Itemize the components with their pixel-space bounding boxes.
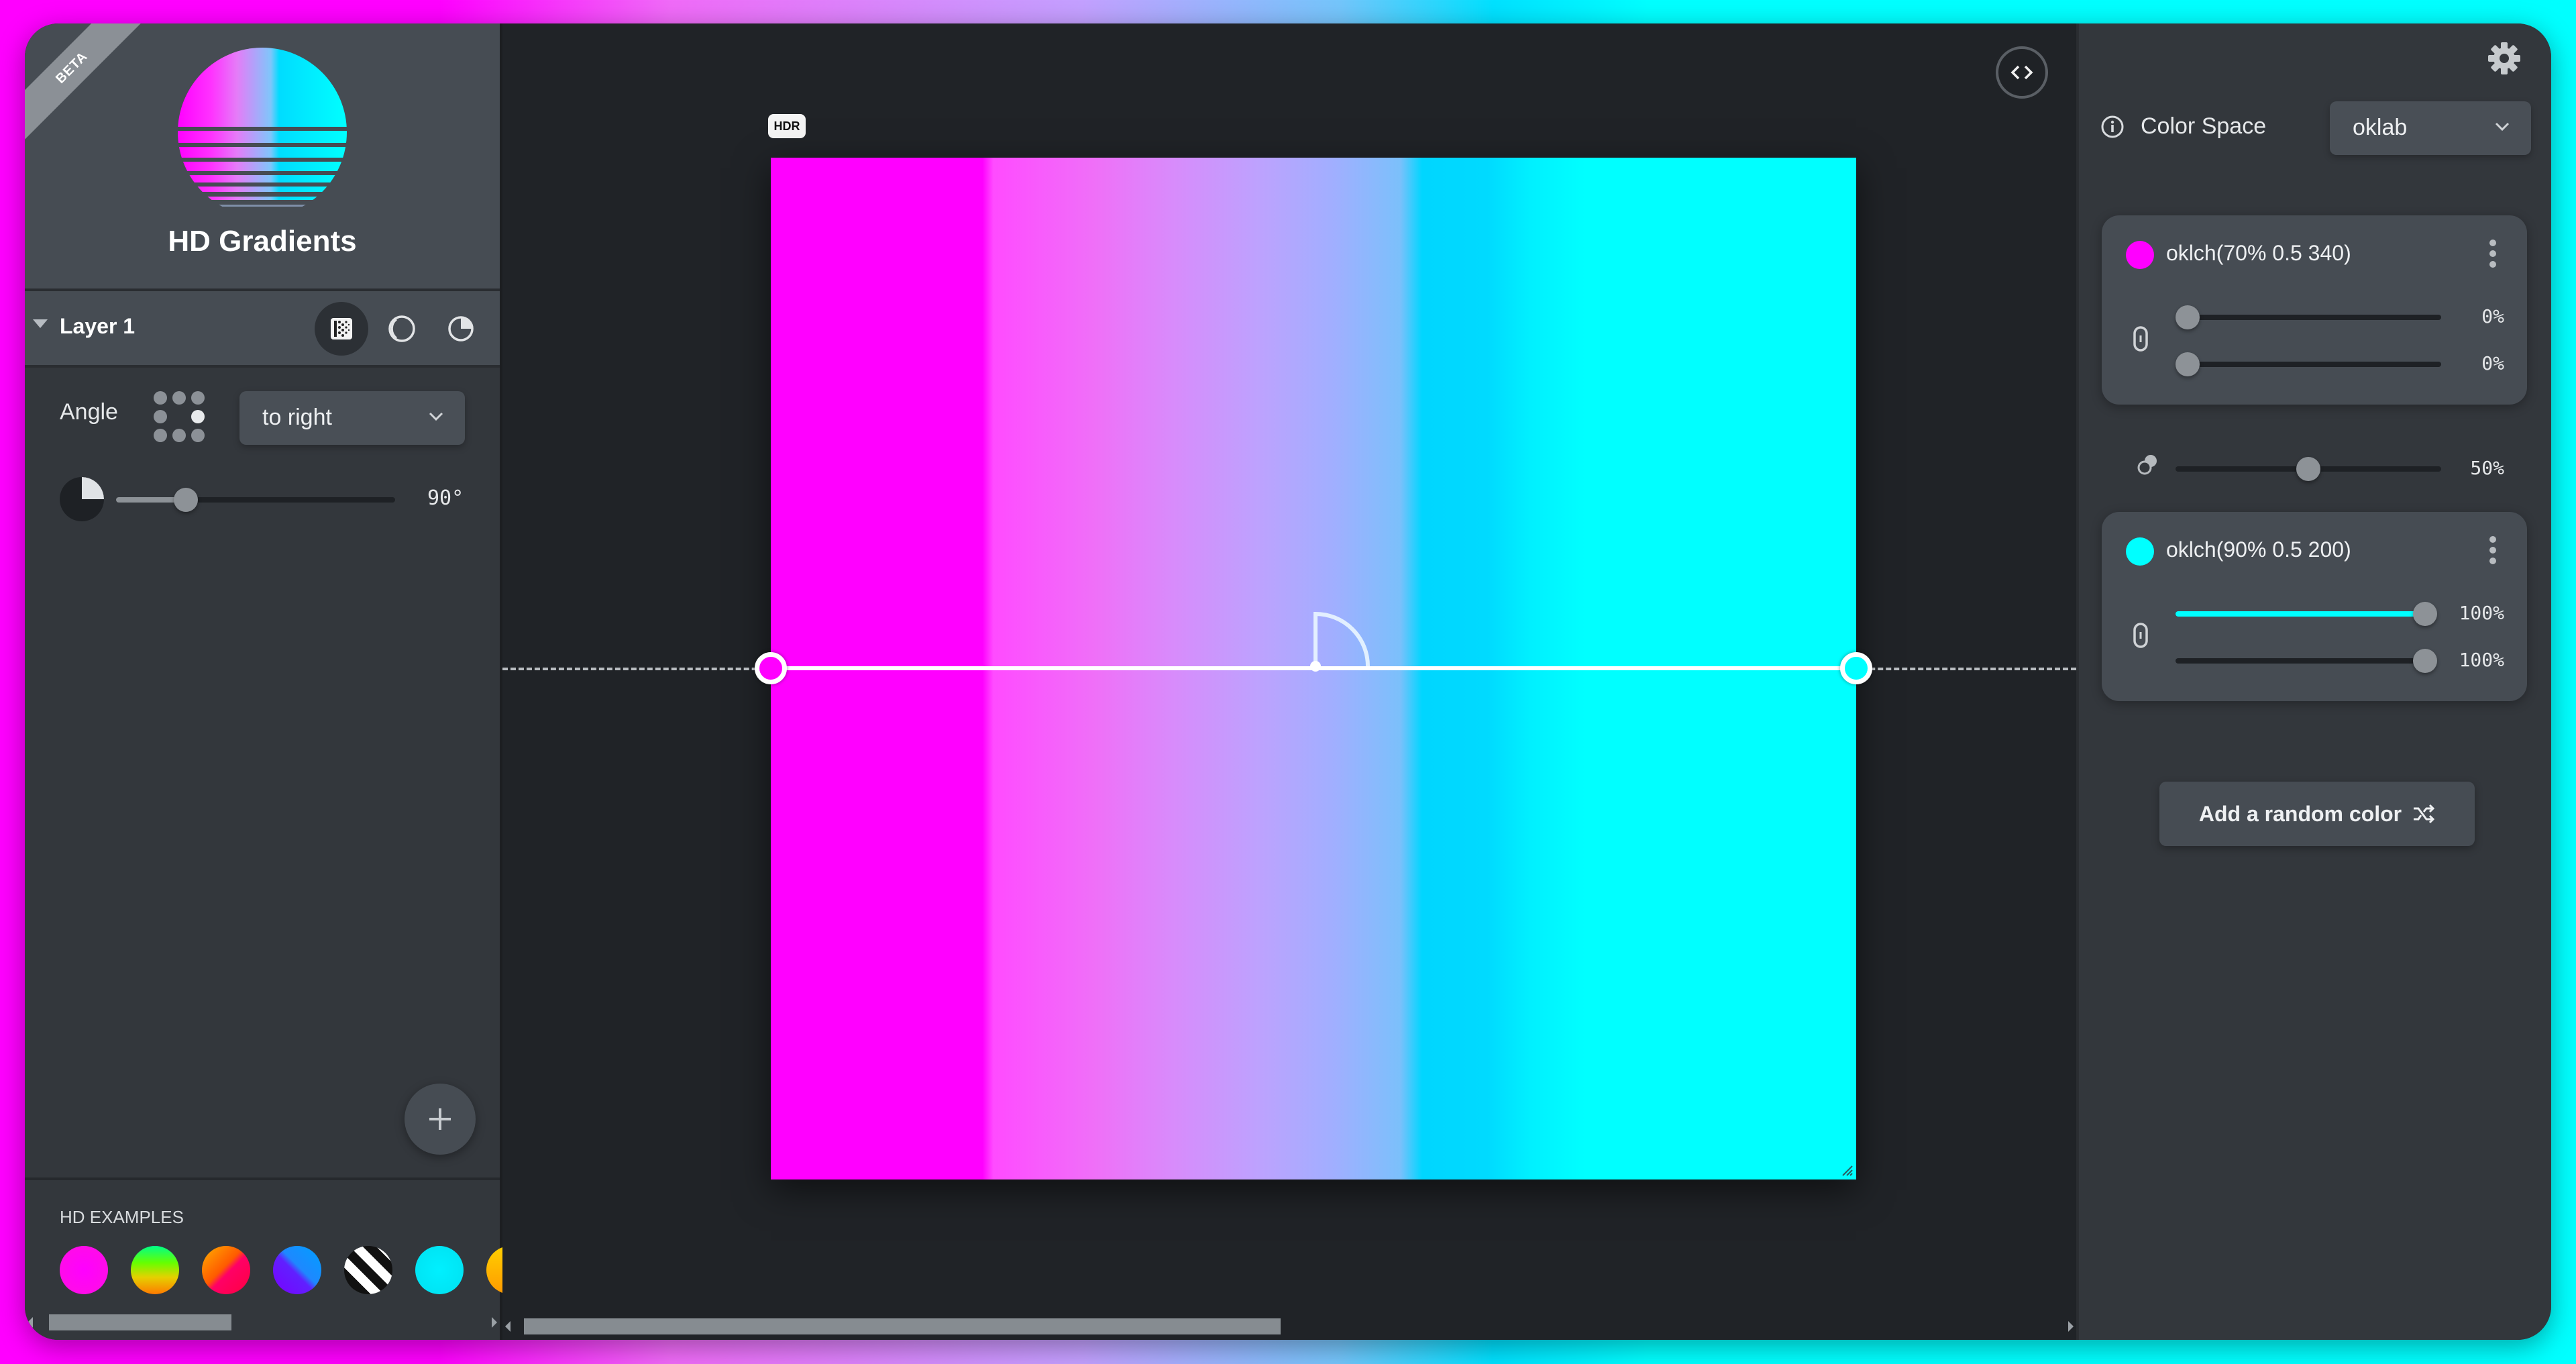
color-space-select[interactable]: oklab xyxy=(2330,101,2531,155)
stop-position-slider[interactable] xyxy=(2176,602,2437,626)
beta-badge: BETA xyxy=(25,23,146,142)
midpoint-slider[interactable] xyxy=(2176,457,2441,481)
left-sidebar: BETA HD Gradients Layer 1 Angle to right… xyxy=(25,23,535,1340)
stop-hint-slider[interactable] xyxy=(2176,649,2437,673)
more-options-icon[interactable] xyxy=(2489,240,2496,268)
link-icon[interactable] xyxy=(2133,622,2149,649)
more-options-icon[interactable] xyxy=(2489,536,2496,564)
canvas-scrollbar[interactable] xyxy=(502,1316,2076,1336)
color-space-value: oklab xyxy=(2353,115,2408,140)
color-stop-card: oklch(70% 0.5 340) 0% 0% xyxy=(2102,215,2527,405)
app-window: BETA HD Gradients Layer 1 Angle to right… xyxy=(25,23,2551,1340)
direction-top-right[interactable] xyxy=(191,391,205,405)
add-layer-button[interactable] xyxy=(405,1084,476,1155)
canvas-scroll-thumb[interactable] xyxy=(524,1318,1281,1334)
scroll-right-arrow-icon[interactable] xyxy=(2068,1321,2074,1332)
slider-fill xyxy=(2176,658,2428,664)
chevron-down-icon xyxy=(2495,122,2510,132)
radial-gradient-icon xyxy=(388,315,415,342)
scroll-left-arrow-icon[interactable] xyxy=(505,1321,511,1332)
color-swatch[interactable] xyxy=(2126,241,2154,269)
code-icon xyxy=(2010,65,2033,80)
slider-thumb[interactable] xyxy=(2296,457,2320,481)
color-stop-value[interactable]: oklch(90% 0.5 200) xyxy=(2166,537,2351,562)
conic-gradient-icon xyxy=(448,316,474,342)
layer-header[interactable]: Layer 1 xyxy=(25,291,500,368)
direction-select-value: to right xyxy=(262,405,332,430)
conic-gradient-button[interactable] xyxy=(434,302,488,356)
example-swatch-sunset[interactable] xyxy=(202,1246,250,1294)
example-swatch-rainbow[interactable] xyxy=(131,1246,179,1294)
linear-gradient-icon xyxy=(331,318,352,339)
slider-fill xyxy=(2176,611,2428,617)
radial-gradient-button[interactable] xyxy=(375,302,429,356)
color-swatch[interactable] xyxy=(2126,537,2154,566)
scroll-left-arrow-icon[interactable] xyxy=(28,1317,33,1328)
examples-scrollbar[interactable] xyxy=(25,1312,500,1332)
link-icon[interactable] xyxy=(2133,325,2149,352)
slider-fill xyxy=(2176,466,2308,472)
canvas-area: HDR xyxy=(502,23,2076,1340)
slider-thumb[interactable] xyxy=(2176,352,2200,376)
direction-bottom[interactable] xyxy=(172,429,186,442)
slider-thumb[interactable] xyxy=(2176,305,2200,329)
info-icon[interactable] xyxy=(2100,115,2125,139)
example-swatch-magenta[interactable] xyxy=(60,1246,108,1294)
angle-dial-icon xyxy=(60,477,104,521)
app-title: HD Gradients xyxy=(168,225,357,258)
angle-slider[interactable] xyxy=(116,488,395,512)
direction-top[interactable] xyxy=(172,391,186,405)
color-space-label: Color Space xyxy=(2141,113,2267,139)
midpoint-value: 50% xyxy=(2470,457,2504,479)
angle-slider-thumb[interactable] xyxy=(174,488,198,512)
angle-indicator-icon[interactable] xyxy=(1309,610,1376,672)
stop-position-value: 0% xyxy=(2481,305,2504,327)
stop-hint-value: 0% xyxy=(2481,352,2504,374)
examples-title: HD EXAMPLES xyxy=(60,1207,184,1227)
sunset-logo-icon xyxy=(178,48,347,207)
direction-picker[interactable] xyxy=(154,391,205,442)
chevron-down-icon xyxy=(429,412,443,421)
direction-bottom-right[interactable] xyxy=(191,429,205,442)
example-swatch-cyan[interactable] xyxy=(415,1246,464,1294)
shuffle-icon xyxy=(2414,804,2435,824)
color-stop-value[interactable]: oklch(70% 0.5 340) xyxy=(2166,241,2351,266)
direction-bottom-left[interactable] xyxy=(154,429,167,442)
layer-name: Layer 1 xyxy=(60,314,136,338)
direction-select[interactable]: to right xyxy=(239,391,465,445)
right-panel: Color Space oklab oklch(70% 0.5 340) 0% … xyxy=(2076,23,2551,1340)
settings-gear-icon[interactable] xyxy=(2487,41,2522,76)
hdr-badge: HDR xyxy=(768,114,806,138)
stop-position-slider[interactable] xyxy=(2176,305,2441,329)
example-swatch-stripes[interactable] xyxy=(344,1246,392,1294)
code-toggle-button[interactable] xyxy=(1996,46,2048,99)
stop-hint-slider[interactable] xyxy=(2176,352,2441,376)
angle-value: 90° xyxy=(427,486,464,510)
color-stop-card: oklch(90% 0.5 200) 100% 100% xyxy=(2102,512,2527,701)
color-stop-handle-start[interactable] xyxy=(755,652,787,684)
example-swatch-violet-blue[interactable] xyxy=(273,1246,321,1294)
angle-label: Angle xyxy=(60,399,118,425)
add-random-color-button[interactable]: Add a random color xyxy=(2159,782,2475,846)
stop-hint-value: 100% xyxy=(2459,649,2504,671)
add-random-color-label: Add a random color xyxy=(2198,801,2402,826)
collapse-caret-icon[interactable] xyxy=(33,319,48,328)
resize-grip-icon[interactable] xyxy=(1839,1162,1854,1177)
logo-header: BETA HD Gradients xyxy=(25,23,500,291)
midpoint-icon xyxy=(2137,455,2157,475)
stop-position-value: 100% xyxy=(2459,602,2504,624)
direction-left[interactable] xyxy=(154,410,167,423)
color-stop-handle-end[interactable] xyxy=(1840,652,1872,684)
examples-scroll-thumb[interactable] xyxy=(49,1314,231,1330)
scroll-right-arrow-icon[interactable] xyxy=(492,1317,497,1328)
plus-icon xyxy=(429,1108,451,1130)
direction-top-left[interactable] xyxy=(154,391,167,405)
linear-gradient-button[interactable] xyxy=(315,302,368,356)
direction-right[interactable] xyxy=(191,410,205,423)
hd-examples-section: HD EXAMPLES xyxy=(25,1177,535,1340)
